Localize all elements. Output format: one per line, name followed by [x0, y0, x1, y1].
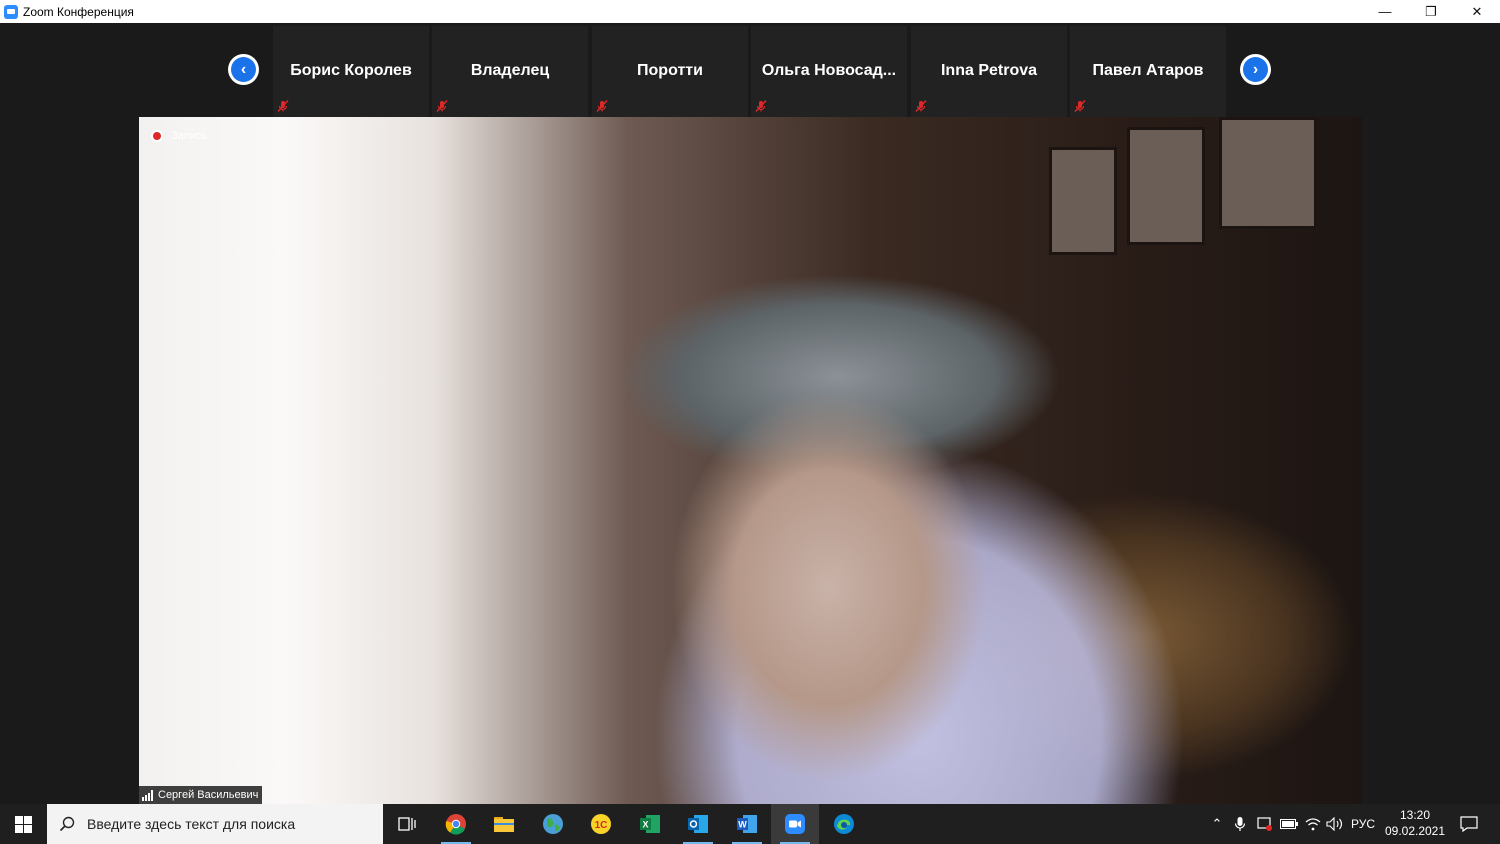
participant-tile[interactable]: Ольга Новосад... [751, 26, 907, 117]
zoom-icon [785, 814, 805, 834]
participant-name: Борис Королев [290, 62, 412, 79]
participant-name: Павел Атаров [1092, 62, 1204, 79]
meeting-area: ‹ Борис Королев Владелец Поротти Ольга Н… [0, 23, 1500, 804]
tray-microphone[interactable] [1230, 804, 1250, 844]
taskbar-app-excel[interactable]: X [626, 804, 674, 844]
maximize-button[interactable]: ❐ [1408, 0, 1454, 23]
word-icon: W [737, 815, 757, 833]
participant-name: Ольга Новосад... [761, 62, 897, 79]
edge-icon [834, 814, 854, 834]
zoom-app-icon [4, 4, 18, 19]
prev-page-button[interactable]: ‹ [228, 54, 259, 85]
recording-label: Запись [171, 130, 208, 142]
taskbar-app-outlook[interactable] [674, 804, 722, 844]
tray-volume[interactable] [1324, 804, 1346, 844]
tray-battery[interactable] [1278, 804, 1300, 844]
taskbar-clock[interactable]: 13:20 09.02.2021 [1380, 807, 1450, 839]
windows-logo-icon [15, 815, 32, 833]
minimize-button[interactable]: — [1362, 0, 1408, 23]
battery-icon [1280, 819, 1298, 829]
speaker-name-tag: Сергей Васильевич [139, 786, 263, 804]
taskbar-app-edge[interactable] [820, 804, 868, 844]
window-title: Zoom Конференция [23, 4, 134, 19]
participant-tile[interactable]: Поротти [592, 26, 748, 117]
next-page-button[interactable]: › [1240, 54, 1271, 85]
svg-text:X: X [642, 820, 648, 830]
show-hidden-icons-button[interactable]: ⌃ [1206, 804, 1228, 844]
clock-date: 09.02.2021 [1384, 824, 1446, 838]
speaker-name: Сергей Васильевич [158, 789, 259, 801]
signal-strength-icon [142, 789, 153, 801]
chevron-left-icon: ‹ [231, 57, 256, 82]
participant-tile[interactable]: Владелец [432, 26, 588, 117]
search-placeholder: Введите здесь текст для поиска [87, 816, 296, 832]
participant-name: Inna Petrova [940, 62, 1038, 79]
mic-muted-icon [277, 100, 289, 112]
chevron-right-icon: › [1243, 57, 1268, 82]
wall-picture [1219, 117, 1317, 229]
globe-icon [543, 814, 563, 834]
wall-picture [1049, 147, 1117, 255]
svg-text:1C: 1C [595, 820, 608, 831]
active-speaker-video[interactable]: Запись Сергей Васильевич [139, 117, 1362, 804]
tray-network[interactable] [1302, 804, 1324, 844]
participant-name: Владелец [470, 62, 550, 79]
taskbar-app-1c[interactable]: 1C [577, 804, 625, 844]
folder-icon [494, 817, 514, 832]
mic-muted-icon [596, 100, 608, 112]
action-center-button[interactable] [1452, 804, 1486, 844]
close-button[interactable]: ✕ [1454, 0, 1500, 23]
title-bar: Zoom Конференция — ❐ ✕ [0, 0, 1500, 23]
mic-muted-icon [915, 100, 927, 112]
taskbar-search-box[interactable]: Введите здесь текст для поиска [47, 804, 383, 844]
record-icon [151, 130, 163, 142]
microphone-icon [1234, 817, 1246, 831]
outlook-icon [688, 815, 708, 833]
task-view-icon [398, 817, 416, 831]
tray-security[interactable] [1254, 804, 1276, 844]
search-icon [59, 816, 75, 832]
participant-tile[interactable]: Павел Атаров [1070, 26, 1226, 117]
shield-icon [1257, 817, 1272, 831]
taskbar-app-file-explorer[interactable] [480, 804, 528, 844]
participant-tile[interactable]: Борис Королев [273, 26, 429, 117]
clock-time: 13:20 [1399, 808, 1431, 822]
start-button[interactable] [0, 804, 47, 844]
mic-muted-icon [436, 100, 448, 112]
speaker-icon [1326, 817, 1343, 831]
taskbar: Введите здесь текст для поиска 1C X W ⌃ [0, 804, 1500, 844]
chevron-up-icon: ⌃ [1211, 816, 1223, 831]
input-language[interactable]: РУС [1348, 804, 1378, 844]
taskbar-app-maps[interactable] [529, 804, 577, 844]
mic-muted-icon [1074, 100, 1086, 112]
taskbar-app-zoom[interactable] [771, 804, 819, 844]
wall-picture [1127, 127, 1205, 245]
taskbar-app-word[interactable]: W [723, 804, 771, 844]
recording-indicator: Запись [151, 130, 207, 142]
taskbar-app-chrome[interactable] [432, 804, 480, 844]
participant-name: Поротти [637, 62, 703, 79]
excel-icon: X [640, 815, 660, 833]
notification-icon [1460, 816, 1478, 832]
task-view-button[interactable] [383, 804, 431, 844]
chrome-icon [445, 814, 466, 835]
mic-muted-icon [755, 100, 767, 112]
1c-icon: 1C [591, 814, 611, 834]
svg-text:W: W [738, 820, 747, 830]
participant-tile[interactable]: Inna Petrova [911, 26, 1067, 117]
wifi-icon [1305, 818, 1321, 831]
participant-strip: ‹ Борис Королев Владелец Поротти Ольга Н… [0, 23, 1500, 117]
